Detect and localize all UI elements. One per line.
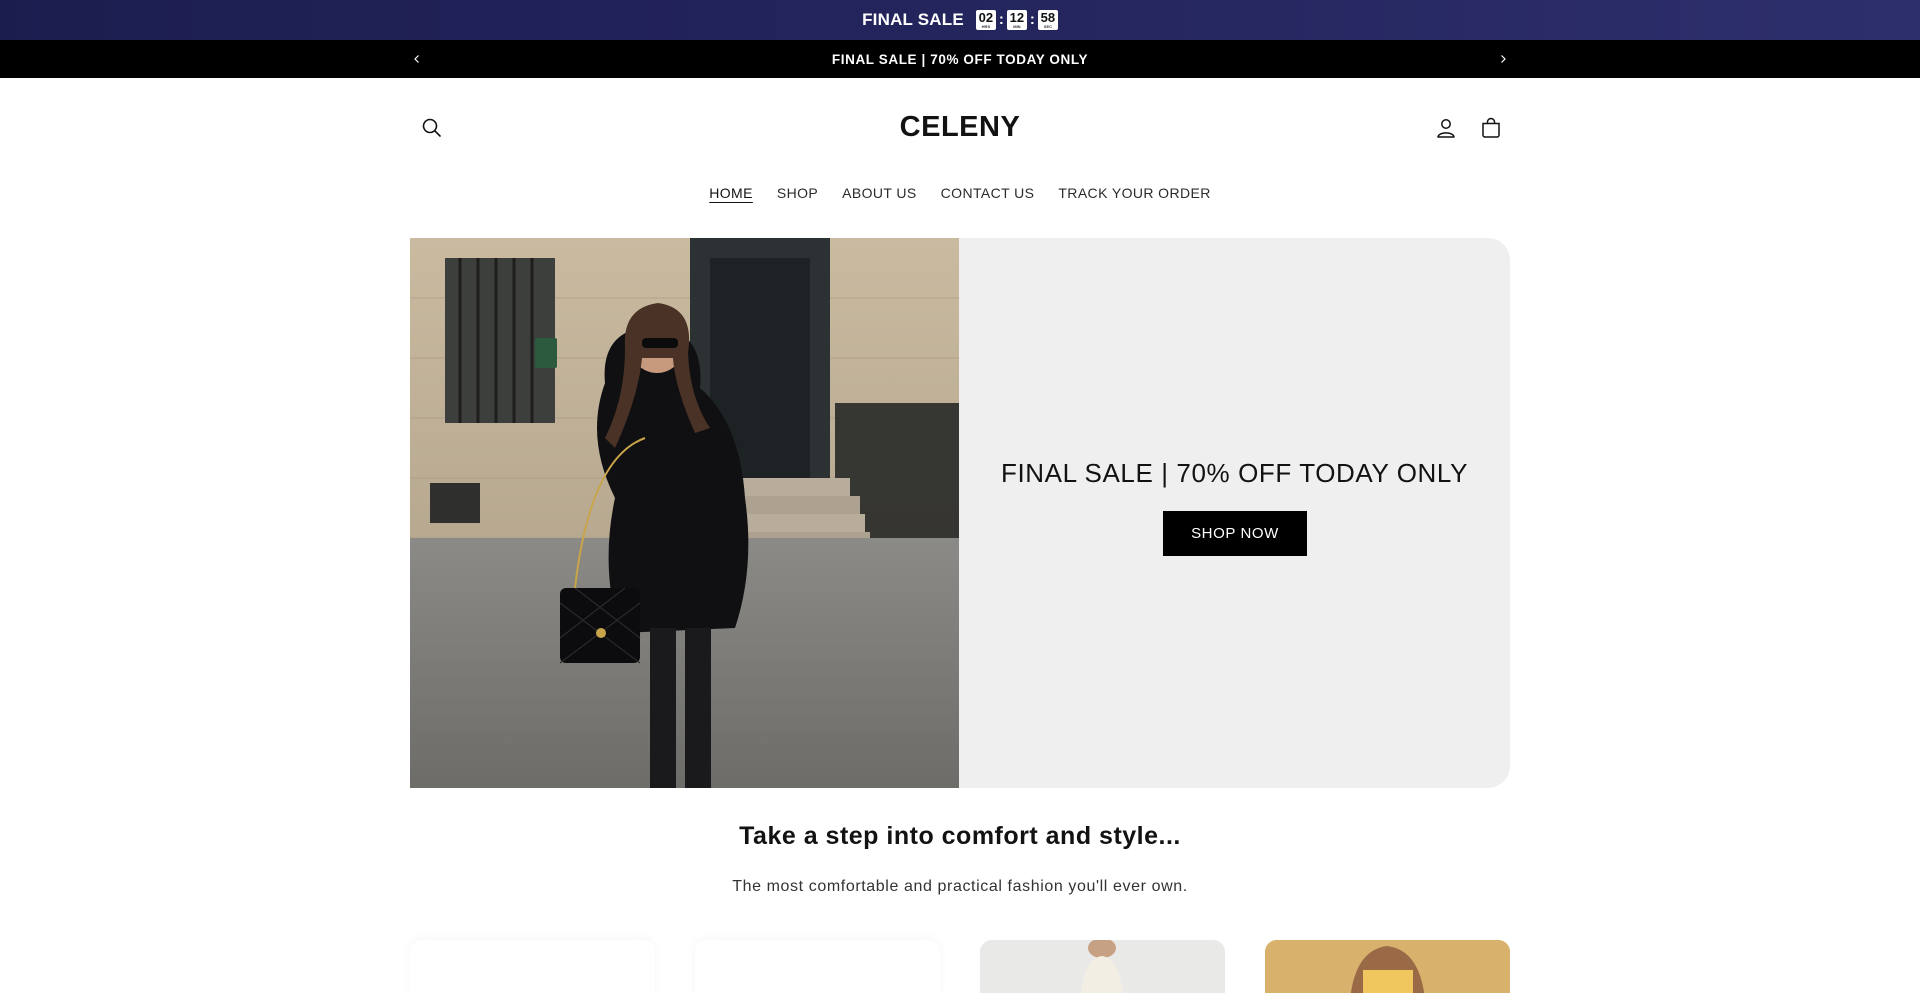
hero-heading: FINAL SALE | 70% OFF TODAY ONLY xyxy=(1000,458,1469,488)
timer-separator: : xyxy=(998,11,1004,28)
product-card[interactable] xyxy=(695,940,940,993)
shop-now-button[interactable]: SHOP NOW xyxy=(1163,511,1307,556)
announcement-prev-button[interactable] xyxy=(407,49,427,69)
announcement-next-button[interactable] xyxy=(1493,49,1513,69)
nav-item-about-us[interactable]: ABOUT US xyxy=(842,180,917,206)
hero-photo-illustration xyxy=(410,238,959,788)
account-button[interactable] xyxy=(1434,116,1458,140)
timer-minutes: 12 MIN xyxy=(1006,10,1027,30)
announcement-bar: FINAL SALE | 70% OFF TODAY ONLY xyxy=(0,40,1920,78)
hero-image xyxy=(410,238,959,788)
main-nav: HOME SHOP ABOUT US CONTACT US TRACK YOUR… xyxy=(0,180,1920,206)
timer-minutes-unit: MIN xyxy=(1013,24,1021,29)
countdown-bar: FINAL SALE 02 HRS : 12 MIN : 58 SEC xyxy=(0,0,1920,40)
nav-item-contact-us[interactable]: CONTACT US xyxy=(941,180,1035,206)
nav-item-track-your-order[interactable]: TRACK YOUR ORDER xyxy=(1058,180,1210,206)
timer-hours-unit: HRS xyxy=(981,24,991,29)
user-icon xyxy=(1437,119,1455,138)
nav-item-home[interactable]: HOME xyxy=(709,180,753,206)
product-image xyxy=(980,940,1225,993)
chevron-left-icon xyxy=(414,55,419,63)
timer-hours-value: 02 xyxy=(978,10,994,25)
announcement-text: FINAL SALE | 70% OFF TODAY ONLY xyxy=(831,51,1089,67)
site-logo[interactable]: CELENY xyxy=(410,111,1510,144)
countdown-timer: 02 HRS : 12 MIN : 58 SEC xyxy=(975,10,1058,30)
timer-separator: : xyxy=(1029,11,1035,28)
nav-item-shop[interactable]: SHOP xyxy=(777,180,818,206)
timer-minutes-value: 12 xyxy=(1009,10,1025,25)
site-header: CELENY xyxy=(410,78,1510,180)
timer-hours: 02 HRS xyxy=(975,10,996,30)
chevron-right-icon xyxy=(1501,55,1506,63)
product-card[interactable] xyxy=(980,940,1225,993)
product-image xyxy=(1265,940,1510,993)
section-title: Take a step into comfort and style... xyxy=(739,822,1181,850)
timer-seconds: 58 SEC xyxy=(1037,10,1058,30)
shopping-bag-icon xyxy=(1482,117,1500,138)
hero-banner: FINAL SALE | 70% OFF TODAY ONLY SHOP NOW xyxy=(410,238,1510,788)
section-subtitle: The most comfortable and practical fashi… xyxy=(732,878,1188,895)
product-card[interactable] xyxy=(1265,940,1510,993)
timer-seconds-value: 58 xyxy=(1040,10,1056,25)
countdown-title: FINAL SALE xyxy=(862,10,964,29)
cart-button[interactable] xyxy=(1479,116,1503,140)
timer-seconds-unit: SEC xyxy=(1043,24,1053,29)
product-card[interactable] xyxy=(410,940,655,993)
hero-text-panel: FINAL SALE | 70% OFF TODAY ONLY SHOP NOW xyxy=(959,238,1510,788)
